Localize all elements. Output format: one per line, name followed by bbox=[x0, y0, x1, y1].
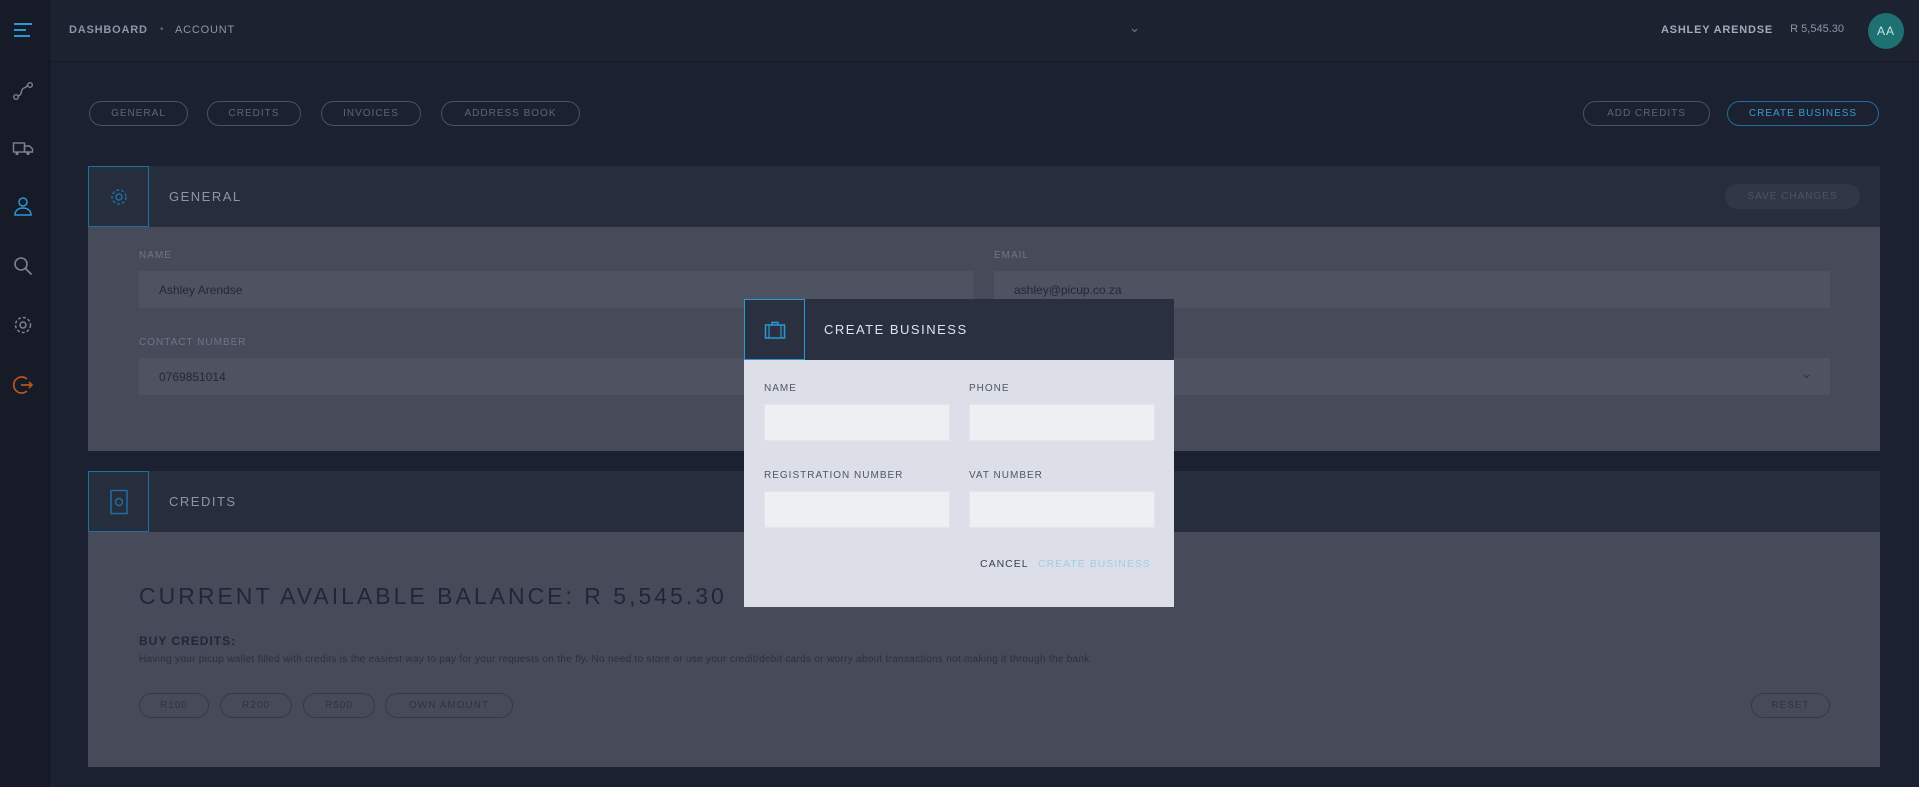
buy-credits-description: Having your picup wallet filled with cre… bbox=[139, 654, 1093, 665]
email-label: EMAIL bbox=[994, 250, 1030, 261]
add-credits-button[interactable]: ADD CREDITS bbox=[1583, 101, 1710, 126]
avatar[interactable]: AA bbox=[1868, 13, 1904, 49]
registration-number-label: REGISTRATION NUMBER bbox=[764, 470, 904, 481]
tab-address-book[interactable]: ADDRESS BOOK bbox=[441, 101, 580, 126]
credit-option-r100[interactable]: R100 bbox=[139, 693, 209, 718]
modal-icon-box bbox=[744, 299, 805, 360]
tab-general[interactable]: GENERAL bbox=[89, 101, 188, 126]
business-name-input[interactable] bbox=[764, 404, 950, 441]
vat-number-label: VAT NUMBER bbox=[969, 470, 1043, 481]
credit-option-r500[interactable]: R500 bbox=[303, 693, 375, 718]
route-icon[interactable] bbox=[11, 79, 35, 103]
briefcase-icon bbox=[764, 321, 785, 339]
buy-credits-title: BUY CREDITS: bbox=[139, 634, 237, 648]
breadcrumb-separator: • bbox=[160, 24, 164, 35]
general-title: GENERAL bbox=[169, 189, 242, 204]
modal-header: CREATE BUSINESS bbox=[744, 299, 1174, 360]
gear-icon[interactable] bbox=[11, 313, 35, 337]
phone-input[interactable] bbox=[969, 404, 1155, 441]
breadcrumb-dashboard[interactable]: DASHBOARD bbox=[69, 24, 148, 36]
credits-icon-box bbox=[88, 471, 149, 532]
save-changes-button[interactable]: SAVE CHANGES bbox=[1725, 184, 1860, 209]
user-icon[interactable] bbox=[11, 194, 35, 218]
contact-number-label: CONTACT NUMBER bbox=[139, 337, 247, 348]
name-label: NAME bbox=[139, 250, 172, 261]
current-balance-heading: CURRENT AVAILABLE BALANCE: R 5,545.30 bbox=[139, 583, 727, 609]
user-name[interactable]: ASHLEY ARENDSE bbox=[1661, 24, 1773, 36]
registration-number-input[interactable] bbox=[764, 491, 950, 528]
tab-invoices[interactable]: INVOICES bbox=[321, 101, 421, 126]
credits-title: CREDITS bbox=[169, 494, 237, 509]
modal-body: NAME PHONE REGISTRATION NUMBER VAT NUMBE… bbox=[744, 360, 1174, 607]
breadcrumb-account[interactable]: ACCOUNT bbox=[175, 24, 235, 36]
credit-option-r200[interactable]: R200 bbox=[220, 693, 292, 718]
gear-icon bbox=[110, 188, 127, 205]
chevron-down-icon: ⌄ bbox=[1129, 20, 1140, 35]
user-balance: R 5,545.30 bbox=[1790, 23, 1844, 35]
modal-title: CREATE BUSINESS bbox=[824, 322, 968, 337]
chevron-down-icon: ⌄ bbox=[1801, 366, 1812, 381]
banknote-icon bbox=[109, 489, 128, 514]
topbar: DASHBOARD • ACCOUNT ⌄ ASHLEY ARENDSE R 5… bbox=[50, 0, 1919, 62]
business-name-label: NAME bbox=[764, 383, 797, 394]
vat-number-input[interactable] bbox=[969, 491, 1155, 528]
create-business-button[interactable]: CREATE BUSINESS bbox=[1727, 101, 1879, 126]
tab-credits[interactable]: CREDITS bbox=[207, 101, 301, 126]
sidebar bbox=[0, 0, 50, 787]
general-icon-box bbox=[88, 166, 149, 227]
reset-button[interactable]: RESET bbox=[1751, 693, 1830, 718]
logout-icon[interactable] bbox=[11, 373, 35, 397]
menu-icon[interactable] bbox=[11, 18, 35, 42]
cancel-button[interactable]: CANCEL bbox=[980, 558, 1029, 570]
search-icon[interactable] bbox=[11, 254, 35, 278]
credit-option-own-amount[interactable]: OWN AMOUNT bbox=[385, 693, 513, 718]
phone-label: PHONE bbox=[969, 383, 1010, 394]
general-panel-header: GENERAL SAVE CHANGES bbox=[88, 166, 1880, 227]
truck-icon[interactable] bbox=[11, 136, 35, 160]
business-select[interactable]: ⌄ bbox=[825, 20, 1140, 42]
create-business-submit-button[interactable]: CREATE BUSINESS bbox=[1038, 558, 1151, 570]
create-business-modal: CREATE BUSINESS NAME PHONE REGISTRATION … bbox=[744, 299, 1174, 607]
